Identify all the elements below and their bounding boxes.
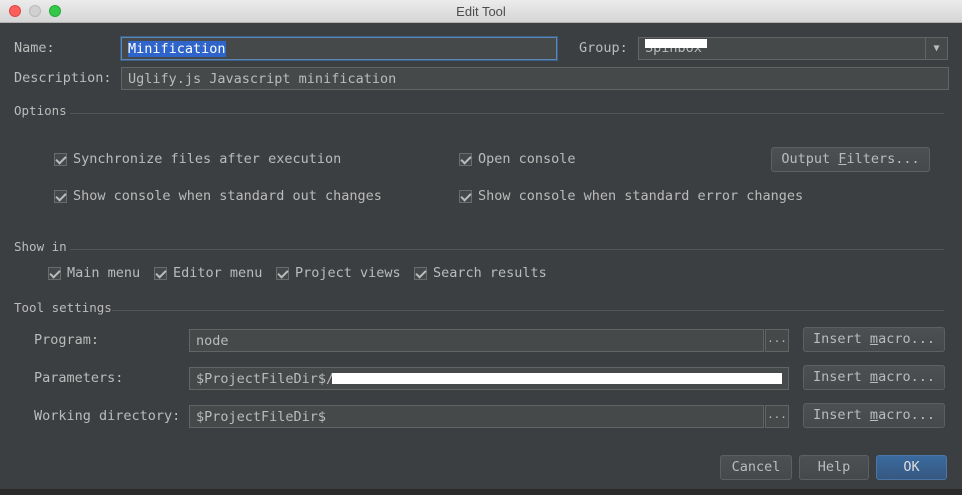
description-input[interactable]: Uglify.js Javascript minification: [121, 67, 949, 90]
name-input[interactable]: Minification: [121, 37, 557, 60]
console-stderr-label: Show console when standard error changes: [478, 188, 804, 204]
background-window-strip: [0, 489, 962, 495]
project-views-label: Project views: [295, 265, 401, 281]
working-directory-input[interactable]: $ProjectFileDir$: [189, 405, 764, 428]
checkbox-checked-icon: [54, 189, 67, 203]
description-label: Description:: [14, 70, 112, 86]
output-filters-label-pre: Output: [781, 151, 839, 167]
ok-button[interactable]: OK: [876, 455, 947, 480]
working-directory-insert-macro-button[interactable]: Insert macro...: [803, 403, 945, 428]
show-in-section-title: Show in: [14, 239, 67, 254]
program-input[interactable]: node: [189, 329, 764, 352]
tool-settings-section-title: Tool settings: [14, 300, 112, 315]
program-browse-button[interactable]: ...: [765, 329, 789, 352]
title-bar: Edit Tool: [0, 0, 962, 23]
output-filters-button[interactable]: Output Filters...: [771, 147, 930, 172]
options-section-title: Options: [14, 103, 67, 118]
synchronize-files-checkbox[interactable]: Synchronize files after execution: [54, 151, 341, 167]
open-console-label: Open console: [478, 151, 576, 167]
parameters-input-value: $ProjectFileDir$/: [196, 371, 335, 387]
checkbox-checked-icon: [48, 266, 61, 280]
name-input-value: Minification: [128, 41, 226, 57]
program-input-value: node: [196, 333, 229, 349]
insert-macro-label-post: acro...: [878, 331, 935, 347]
project-views-checkbox[interactable]: Project views: [276, 265, 401, 281]
working-directory-browse-button[interactable]: ...: [765, 405, 789, 428]
parameters-label: Parameters:: [34, 370, 124, 386]
insert-macro-label-pre: Insert: [813, 369, 870, 385]
program-label: Program:: [34, 332, 100, 348]
checkbox-checked-icon: [459, 189, 472, 203]
checkbox-checked-icon: [154, 266, 167, 280]
window-title: Edit Tool: [456, 4, 506, 19]
console-stderr-checkbox[interactable]: Show console when standard error changes: [459, 188, 803, 204]
insert-macro-mnemonic: m: [869, 331, 879, 347]
parameters-insert-macro-button[interactable]: Insert macro...: [803, 365, 945, 390]
redaction-overlay: [332, 373, 782, 384]
checkbox-checked-icon: [276, 266, 289, 280]
open-console-checkbox[interactable]: Open console: [459, 151, 576, 167]
options-separator: [70, 113, 944, 114]
working-directory-label: Working directory:: [34, 408, 181, 424]
checkbox-checked-icon: [459, 152, 472, 166]
main-menu-checkbox[interactable]: Main menu: [48, 265, 140, 281]
insert-macro-label-pre: Insert: [813, 407, 870, 423]
insert-macro-mnemonic: m: [869, 407, 879, 423]
insert-macro-mnemonic: m: [869, 369, 879, 385]
synchronize-files-label: Synchronize files after execution: [73, 151, 342, 167]
search-results-checkbox[interactable]: Search results: [414, 265, 547, 281]
main-menu-label: Main menu: [67, 265, 141, 281]
checkbox-checked-icon: [54, 152, 67, 166]
output-filters-label-post: ilters...: [846, 151, 920, 167]
cancel-button[interactable]: Cancel: [720, 455, 792, 480]
chevron-down-icon[interactable]: ▼: [925, 38, 947, 59]
editor-menu-checkbox[interactable]: Editor menu: [154, 265, 262, 281]
description-input-value: Uglify.js Javascript minification: [128, 71, 397, 87]
insert-macro-label-pre: Insert: [813, 331, 870, 347]
insert-macro-label-post: acro...: [878, 407, 935, 423]
group-label: Group:: [579, 40, 628, 56]
working-directory-input-value: $ProjectFileDir$: [196, 409, 327, 425]
editor-menu-label: Editor menu: [173, 265, 263, 281]
redaction-overlay: [645, 39, 707, 48]
checkbox-checked-icon: [414, 266, 427, 280]
console-stdout-label: Show console when standard out changes: [73, 188, 382, 204]
search-results-label: Search results: [433, 265, 547, 281]
show-in-separator: [70, 249, 944, 250]
name-label: Name:: [14, 40, 55, 56]
tool-settings-separator: [112, 310, 944, 311]
console-stdout-checkbox[interactable]: Show console when standard out changes: [54, 188, 382, 204]
help-button[interactable]: Help: [799, 455, 869, 480]
group-combobox[interactable]: Spinbox ▼: [638, 37, 948, 60]
insert-macro-label-post: acro...: [878, 369, 935, 385]
program-insert-macro-button[interactable]: Insert macro...: [803, 327, 945, 352]
